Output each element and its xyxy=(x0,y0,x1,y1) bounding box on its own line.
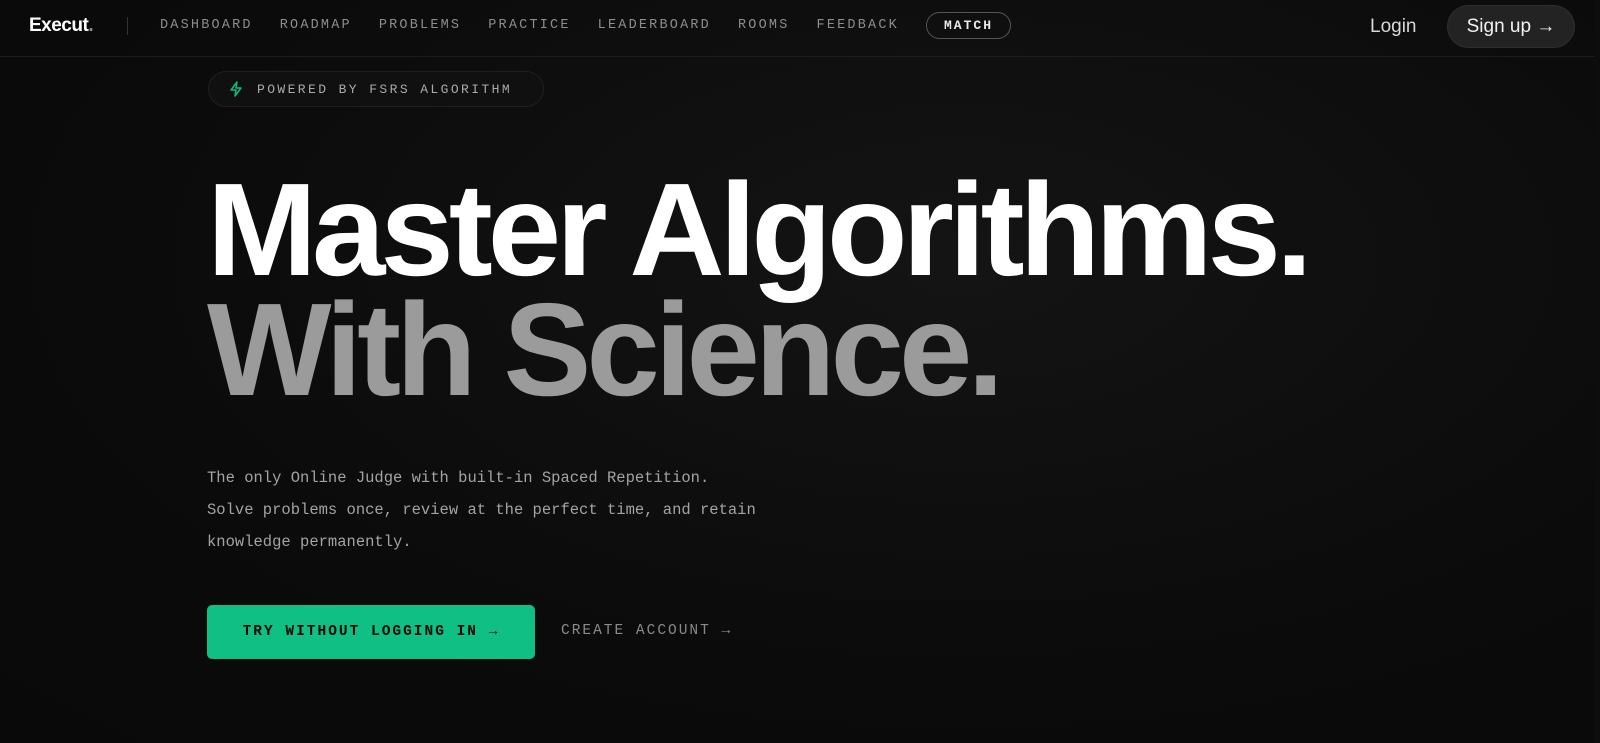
landing-page: Execut. DASHBOARD ROADMAP PROBLEMS PRACT… xyxy=(0,0,1600,743)
headline-line-1: Master Algorithms. xyxy=(207,156,1313,303)
nav-link-feedback[interactable]: FEEDBACK xyxy=(817,18,899,33)
try-without-login-button[interactable]: TRY WITHOUT LOGGING IN → xyxy=(207,605,535,659)
fsrs-badge: POWERED BY FSRS ALGORITHM xyxy=(208,71,544,107)
nav-links: DASHBOARD ROADMAP PROBLEMS PRACTICE LEAD… xyxy=(160,18,926,33)
lightning-icon xyxy=(229,81,243,97)
badge-text: POWERED BY FSRS ALGORITHM xyxy=(257,81,513,97)
nav-link-dashboard[interactable]: DASHBOARD xyxy=(160,18,253,33)
description-line: knowledge permanently. xyxy=(207,533,412,551)
scrollbar[interactable] xyxy=(1594,0,1600,743)
nav-link-leaderboard[interactable]: LEADERBOARD xyxy=(598,18,711,33)
top-navigation: Execut. DASHBOARD ROADMAP PROBLEMS PRACT… xyxy=(0,0,1600,57)
nav-link-rooms[interactable]: ROOMS xyxy=(738,18,790,33)
logo[interactable]: Execut. xyxy=(29,15,94,37)
hero-description: The only Online Judge with built-in Spac… xyxy=(207,462,827,558)
login-link[interactable]: Login xyxy=(1370,16,1417,38)
nav-divider xyxy=(127,17,128,35)
match-button[interactable]: MATCH xyxy=(926,12,1011,39)
nav-link-practice[interactable]: PRACTICE xyxy=(488,18,570,33)
signup-button[interactable]: Sign up → xyxy=(1447,5,1575,48)
headline-line-2: With Science. xyxy=(207,276,1004,423)
description-line: The only Online Judge with built-in Spac… xyxy=(207,469,710,487)
logo-dot: . xyxy=(88,15,94,36)
nav-link-roadmap[interactable]: ROADMAP xyxy=(280,18,352,33)
description-line: Solve problems once, review at the perfe… xyxy=(207,501,756,519)
nav-link-problems[interactable]: PROBLEMS xyxy=(379,18,461,33)
logo-text: Execut xyxy=(29,15,89,36)
hero-headline: Master Algorithms. With Science. xyxy=(207,156,1313,423)
create-account-link[interactable]: CREATE ACCOUNT → xyxy=(561,623,732,639)
